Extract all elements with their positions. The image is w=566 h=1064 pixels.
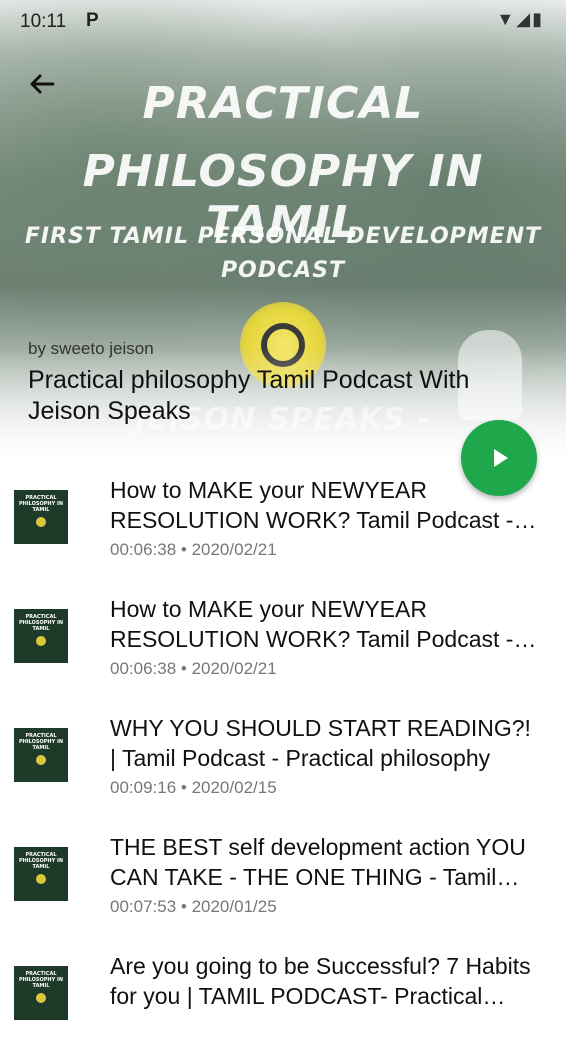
episode-title: THE BEST self development action YOU CAN… bbox=[110, 834, 526, 890]
episode-meta: 00:09:16 • 2020/02/15 bbox=[110, 778, 277, 797]
episode-item[interactable]: PRACTICAL PHILOSOPHY IN TAMIL WHY YOU SH… bbox=[0, 708, 566, 826]
status-bar: 10:11 P ▼◢▮ bbox=[0, 0, 566, 44]
play-button[interactable] bbox=[461, 420, 537, 496]
artwork-text-line: PODCAST bbox=[220, 258, 346, 283]
episode-thumbnail: PRACTICAL PHILOSOPHY IN TAMIL bbox=[14, 966, 68, 1020]
episode-item[interactable]: PRACTICAL PHILOSOPHY IN TAMIL Are you go… bbox=[0, 946, 566, 1064]
play-icon bbox=[494, 449, 508, 467]
episode-thumbnail: PRACTICAL PHILOSOPHY IN TAMIL bbox=[14, 847, 68, 901]
status-time: 10:11 bbox=[20, 11, 67, 32]
episode-item[interactable]: PRACTICAL PHILOSOPHY IN TAMIL THE BEST s… bbox=[0, 827, 566, 945]
episode-meta: 00:06:38 • 2020/02/21 bbox=[110, 659, 277, 678]
episode-title: WHY YOU SHOULD START READING?! | Tamil P… bbox=[110, 715, 531, 771]
episode-title: How to MAKE your NEWYEAR RESOLUTION WORK… bbox=[110, 596, 514, 652]
episode-item[interactable]: PRACTICAL PHILOSOPHY IN TAMIL How to MAK… bbox=[0, 589, 566, 707]
podcast-title: Practical philosophy Tamil Podcast With … bbox=[28, 366, 470, 425]
artwork-text-line: PRACTICAL bbox=[142, 78, 424, 129]
episode-meta: 00:06:38 • 2020/02/21 bbox=[110, 540, 277, 559]
podcast-author: by sweeto jeison bbox=[28, 339, 154, 358]
artwork-text-line: FIRST TAMIL PERSONAL DEVELOPMENT bbox=[24, 224, 542, 249]
episode-thumbnail: PRACTICAL PHILOSOPHY IN TAMIL bbox=[14, 490, 68, 544]
episode-meta: 00:07:53 • 2020/01/25 bbox=[110, 897, 277, 916]
episode-thumbnail: PRACTICAL PHILOSOPHY IN TAMIL bbox=[14, 609, 68, 663]
app-notification-icon: P bbox=[86, 10, 99, 31]
episode-title: Are you going to be Successful? 7 Habits… bbox=[110, 953, 531, 1009]
system-status-icons: ▼◢▮ bbox=[496, 9, 544, 29]
episode-thumbnail: PRACTICAL PHILOSOPHY IN TAMIL bbox=[14, 728, 68, 782]
back-arrow-icon[interactable] bbox=[22, 64, 62, 104]
